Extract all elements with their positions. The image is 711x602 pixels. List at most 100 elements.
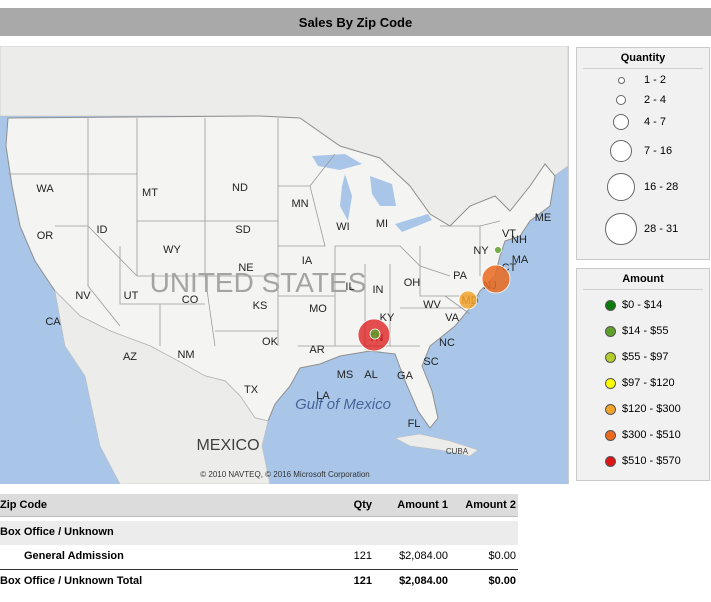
amount-swatch-icon — [605, 403, 616, 415]
state-label-wv: WV — [423, 299, 441, 311]
state-label-sc: SC — [423, 356, 438, 368]
header-zip-code[interactable]: Zip Code — [0, 494, 47, 516]
amount-legend-item: $97 - $120 — [577, 375, 709, 391]
total-amount-2: $0.00 — [488, 575, 516, 587]
state-label-va: VA — [445, 312, 460, 324]
state-label-nv: NV — [75, 290, 91, 302]
state-label-mt: MT — [142, 187, 158, 199]
state-label-la: LA — [316, 390, 330, 402]
state-label-nd: ND — [232, 182, 248, 194]
state-label-ut: UT — [124, 290, 139, 302]
quantity-legend-label: 1 - 2 — [644, 74, 667, 86]
quantity-circle-icon — [607, 173, 635, 201]
quantity-legend-label: 2 - 4 — [644, 94, 667, 106]
state-label-al: AL — [364, 369, 377, 381]
detail-amount-1: $2,084.00 — [399, 550, 448, 562]
sales-bubble-nj[interactable] — [481, 264, 511, 294]
state-label-oh: OH — [404, 277, 421, 289]
state-label-ia: IA — [302, 255, 313, 267]
state-label-ne: NE — [238, 262, 253, 274]
header-amount-2[interactable]: Amount 2 — [465, 494, 516, 516]
state-label-wy: WY — [163, 244, 181, 256]
sales-bubble-md[interactable] — [458, 290, 478, 310]
amount-legend-item: $120 - $300 — [577, 401, 709, 417]
neighbor-label-cuba: CUBA — [446, 447, 469, 456]
state-label-ar: AR — [309, 344, 324, 356]
state-label-ny: NY — [473, 245, 489, 257]
state-label-ms: MS — [337, 369, 354, 381]
state-label-mi: MI — [376, 218, 388, 230]
amount-legend-label: $510 - $570 — [622, 455, 681, 467]
table-group-row: Box Office / Unknown — [0, 521, 518, 545]
total-amount-1: $2,084.00 — [399, 575, 448, 587]
amount-swatch-icon — [605, 455, 616, 467]
state-label-in: IN — [373, 284, 384, 296]
quantity-legend-label: 28 - 31 — [644, 223, 679, 235]
state-label-or: OR — [37, 230, 54, 242]
quantity-circle-icon — [617, 76, 625, 84]
amount-swatch-icon — [605, 351, 616, 363]
state-label-il: IL — [345, 281, 354, 293]
quantity-legend-title: Quantity — [583, 48, 703, 69]
quantity-legend-item: 28 - 31 — [577, 213, 709, 245]
amount-swatch-icon — [605, 377, 616, 389]
amount-swatch-icon — [605, 299, 616, 311]
quantity-legend-item: 4 - 7 — [577, 114, 709, 130]
header-amount-1[interactable]: Amount 1 — [397, 494, 448, 516]
sales-bubble-ny[interactable] — [494, 246, 502, 254]
amount-legend-label: $0 - $14 — [622, 299, 663, 311]
amount-swatch-icon — [605, 429, 616, 441]
quantity-legend-label: 4 - 7 — [644, 116, 667, 128]
total-label: Box Office / Unknown Total — [0, 575, 143, 587]
group-label: Box Office / Unknown — [0, 526, 114, 538]
quantity-circle-icon — [616, 95, 626, 105]
state-label-sd: SD — [235, 224, 250, 236]
state-label-nh: NH — [511, 234, 527, 246]
water-label: Gulf of Mexico — [295, 396, 391, 413]
state-label-wa: WA — [36, 183, 54, 195]
amount-legend: Amount $0 - $14 $14 - $55 $55 - $97 $97 - $… — [576, 268, 710, 481]
amount-legend-title: Amount — [583, 269, 703, 290]
state-label-nc: NC — [439, 337, 455, 349]
amount-legend-item: $0 - $14 — [577, 297, 709, 313]
header-qty[interactable]: Qty — [354, 494, 372, 516]
state-label-ks: KS — [253, 300, 268, 312]
map-copyright: © 2010 NAVTEQ, © 2016 Microsoft Corporat… — [200, 470, 370, 479]
amount-legend-label: $55 - $97 — [622, 351, 669, 363]
quantity-legend-item: 7 - 16 — [577, 140, 709, 162]
quantity-legend-label: 16 - 28 — [644, 181, 679, 193]
amount-legend-label: $300 - $510 — [622, 429, 681, 441]
quantity-legend-item: 2 - 4 — [577, 92, 709, 108]
state-label-me: ME — [535, 212, 552, 224]
table-header: Zip Code Qty Amount 1 Amount 2 — [0, 494, 518, 517]
state-label-ok: OK — [262, 336, 279, 348]
quantity-circle-icon — [610, 140, 632, 162]
detail-label: General Admission — [24, 550, 124, 562]
quantity-legend: Quantity 1 - 2 2 - 4 4 - 7 7 - 16 16 - 28 28 … — [576, 47, 710, 260]
amount-legend-item: $510 - $570 — [577, 453, 709, 469]
report-title: Sales By Zip Code — [0, 8, 711, 36]
sales-bubble-tn[interactable] — [369, 328, 381, 340]
state-label-mn: MN — [291, 198, 308, 210]
detail-qty: 121 — [353, 550, 372, 562]
state-label-mo: MO — [309, 303, 327, 315]
state-label-ga: GA — [397, 370, 414, 382]
quantity-circle-icon — [605, 213, 637, 245]
quantity-legend-label: 7 - 16 — [644, 145, 673, 157]
map-panel[interactable]: UNITED STATES Gulf of Mexico MEXICO CUBA… — [0, 46, 569, 484]
table-total-row: Box Office / Unknown Total 121 $2,084.00… — [0, 569, 518, 594]
state-label-az: AZ — [123, 351, 137, 363]
amount-legend-item: $300 - $510 — [577, 427, 709, 443]
state-label-nm: NM — [177, 349, 194, 361]
state-label-ca: CA — [45, 316, 61, 328]
state-label-fl: FL — [408, 418, 421, 430]
quantity-legend-item: 16 - 28 — [577, 173, 709, 201]
quantity-legend-item: 1 - 2 — [577, 72, 709, 88]
amount-legend-item: $14 - $55 — [577, 323, 709, 339]
amount-legend-label: $14 - $55 — [622, 325, 669, 337]
amount-legend-label: $120 - $300 — [622, 403, 681, 415]
neighbor-label-mexico: MEXICO — [196, 437, 259, 454]
state-label-id: ID — [97, 224, 108, 236]
map-canvas[interactable]: UNITED STATES Gulf of Mexico MEXICO CUBA… — [0, 46, 568, 484]
amount-legend-label: $97 - $120 — [622, 377, 675, 389]
